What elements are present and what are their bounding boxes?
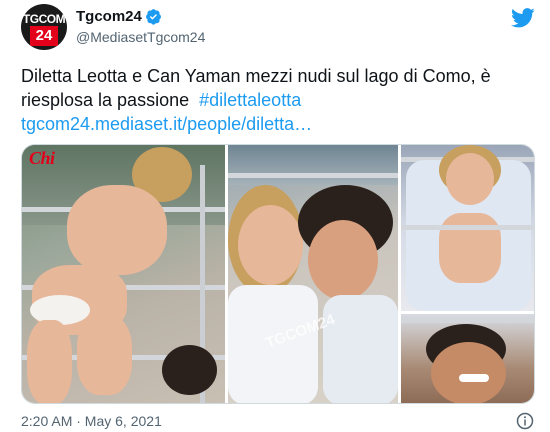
tweet-card[interactable]: TGCOM 24 Tgcom24 @MediasetTgcom24 Dilett… <box>0 0 550 432</box>
info-icon[interactable] <box>516 412 534 430</box>
photo-4[interactable] <box>401 314 534 403</box>
verified-badge-icon <box>145 9 161 25</box>
photo-2-man-face <box>308 220 378 300</box>
tweet-timestamp[interactable]: 2:20 AM · May 6, 2021 <box>21 413 162 429</box>
tweet-text: Diletta Leotta e Can Yaman mezzi nudi su… <box>21 64 536 136</box>
photo-1-man-head <box>162 345 217 395</box>
avatar[interactable]: TGCOM 24 <box>21 4 67 50</box>
photo-2-sky <box>228 145 398 185</box>
photo-1-back <box>67 185 167 275</box>
photo-3[interactable] <box>401 145 534 311</box>
avatar-logo-text: TGCOM <box>22 12 66 26</box>
photo-2-towel <box>323 295 398 403</box>
photo-3-face <box>446 153 494 205</box>
photo-1-leg <box>77 315 132 395</box>
author-name-row: Tgcom24 <box>76 8 162 25</box>
photo-3-body <box>439 213 501 283</box>
hashtag-link[interactable]: #dilettaleotta <box>199 90 301 110</box>
photo-2[interactable]: TGCOM24 <box>228 145 398 403</box>
author-display-name[interactable]: Tgcom24 <box>76 8 142 25</box>
photo-4-rail <box>401 318 534 323</box>
photo-2-rail <box>228 173 398 178</box>
twitter-bird-icon[interactable] <box>511 8 535 28</box>
avatar-logo-number: 24 <box>30 26 58 46</box>
media-grid[interactable]: Chi TGCOM24 <box>21 144 535 404</box>
photo-2-woman-face <box>238 205 303 285</box>
photo-1-leg <box>27 320 72 403</box>
chi-watermark: Chi <box>29 148 55 168</box>
article-link[interactable]: tgcom24.mediaset.it/people/diletta… <box>21 114 312 134</box>
author-handle[interactable]: @MediasetTgcom24 <box>76 29 205 45</box>
photo-1[interactable]: Chi <box>22 145 225 403</box>
photo-4-smile <box>459 374 489 382</box>
photo-3-rail <box>401 225 534 230</box>
photo-4-face <box>431 342 506 403</box>
